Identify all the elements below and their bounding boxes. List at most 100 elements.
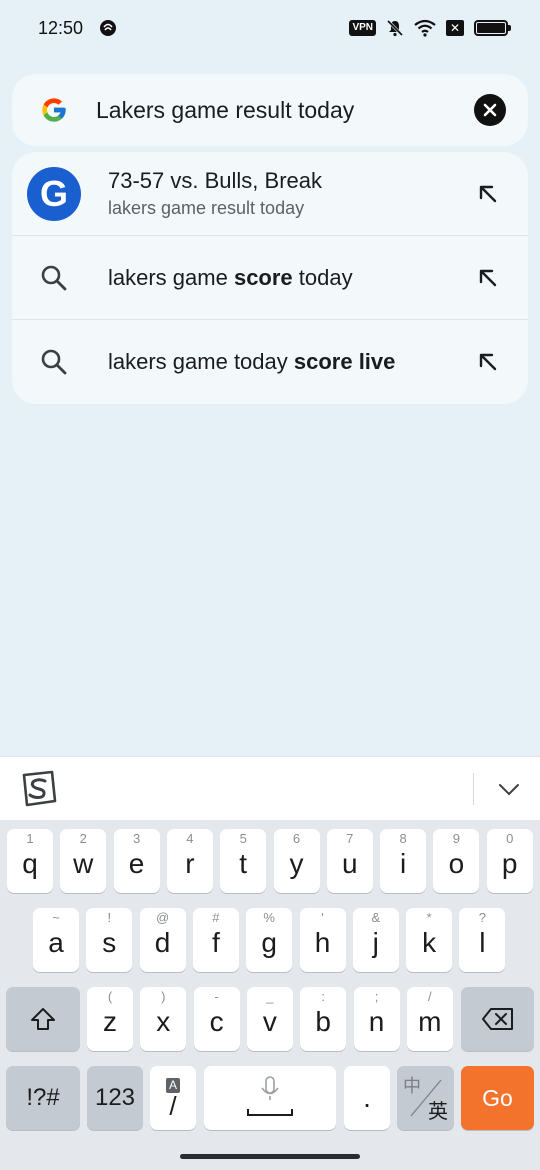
suggestion-subtitle: lakers game result today: [108, 198, 305, 218]
backspace-key[interactable]: [461, 987, 534, 1051]
app-notification-icon: [100, 20, 117, 36]
key-hint: 1: [26, 831, 34, 846]
key-c[interactable]: -c: [193, 987, 240, 1051]
suggestion-title: 73-57 vs. Bulls, Break: [108, 168, 322, 193]
space-key[interactable]: [204, 1066, 336, 1130]
key-t[interactable]: 5t: [220, 829, 267, 893]
key-label: Go: [482, 1084, 513, 1111]
fill-query-arrow-icon[interactable]: [470, 176, 506, 212]
key-hint: (: [107, 989, 113, 1004]
lang-en: 英: [428, 1101, 448, 1123]
key-hint: 8: [399, 831, 407, 846]
key-label: i: [399, 848, 407, 879]
key-p[interactable]: 0p: [486, 829, 533, 893]
key-hint: *: [426, 910, 432, 925]
key-label: o: [448, 848, 465, 879]
chevron-down-icon[interactable]: [496, 776, 522, 802]
key-n[interactable]: ; n: [353, 987, 400, 1051]
suggestion-item[interactable]: lakers game today score live: [12, 320, 528, 404]
key-v[interactable]: _ v: [246, 987, 293, 1051]
language-switch-key[interactable]: 中英: [397, 1066, 454, 1130]
key-label: w: [73, 848, 94, 879]
key-hint: 6: [292, 831, 301, 846]
home-indicator[interactable]: [180, 1154, 360, 1159]
key-label: x: [156, 1006, 171, 1037]
key-u[interactable]: 7u: [326, 829, 373, 893]
fill-query-arrow-icon[interactable]: [470, 344, 506, 380]
suggestion-text-bold: score live: [293, 349, 396, 374]
key-label: u: [342, 848, 358, 879]
shift-key[interactable]: [6, 987, 80, 1051]
key-hint: 0: [506, 831, 514, 846]
key-k[interactable]: * k: [406, 908, 453, 972]
shift-icon: [31, 1008, 55, 1030]
key-label: g: [261, 927, 277, 958]
sogou-logo-icon[interactable]: [18, 769, 58, 809]
key-hint: 2: [79, 831, 87, 846]
key-hint: ?: [478, 910, 486, 925]
keyboard-toolbar: [0, 756, 540, 820]
key-z[interactable]: (z: [87, 987, 133, 1051]
suggestion-item[interactable]: lakers game score today: [12, 236, 528, 320]
key-label: t: [239, 848, 248, 879]
key-label: z: [103, 1006, 117, 1037]
key-h[interactable]: ' h: [299, 908, 346, 972]
key-j[interactable]: & j: [352, 908, 399, 972]
wifi-icon: [414, 19, 436, 37]
key-hint: !: [107, 910, 112, 925]
key-hint: #: [212, 910, 220, 925]
key-m[interactable]: / m: [406, 987, 453, 1051]
key-label: e: [128, 848, 145, 879]
key-hint: :: [321, 989, 325, 1004]
key-y[interactable]: 6y: [273, 829, 320, 893]
suggestion-text-normal: lakers game: [108, 264, 234, 290]
backspace-icon: [481, 1008, 513, 1030]
key-hint: ): [161, 989, 166, 1004]
key-o[interactable]: 9o: [433, 829, 480, 893]
keyboard: 1 q 2 w 3 e 4 r 5 t 6 y 7 u 8 i 9 o 0 p ~ a! s @ d # f% g ' h & j * k? l(z…: [0, 820, 540, 1170]
key-label: 123: [94, 1084, 136, 1111]
key-l[interactable]: ? l: [459, 908, 506, 972]
key-hint: %: [263, 910, 275, 925]
key-r[interactable]: 4r: [166, 829, 213, 893]
key-label: /: [169, 1090, 177, 1121]
key-label: c: [209, 1006, 224, 1037]
suggestion-item[interactable]: G 73-57 vs. Bulls, Break lakers game res…: [12, 152, 528, 236]
key-hint: _: [266, 989, 274, 1004]
slash-key[interactable]: A /: [150, 1066, 196, 1130]
search-bar[interactable]: Lakers game result today: [12, 74, 528, 146]
google-circle-icon: G: [27, 166, 81, 221]
period-key[interactable]: .: [344, 1066, 390, 1130]
key-label: q: [22, 848, 38, 879]
status-time: 12:50: [38, 17, 84, 38]
fill-query-arrow-icon[interactable]: [470, 260, 506, 296]
numbers-key[interactable]: 123: [87, 1066, 143, 1130]
key-s[interactable]: ! s: [86, 908, 133, 972]
key-label: y: [289, 848, 304, 879]
key-f[interactable]: # f: [192, 908, 239, 972]
key-i[interactable]: 8i: [380, 829, 427, 893]
clear-icon[interactable]: [474, 94, 506, 126]
key-hint: ;: [374, 989, 379, 1004]
key-hint: 4: [186, 831, 194, 846]
key-e[interactable]: 3e: [113, 829, 160, 893]
search-input[interactable]: Lakers game result today: [96, 97, 474, 124]
key-q[interactable]: 1q: [7, 829, 53, 893]
key-label: j: [372, 927, 379, 958]
key-hint: 5: [239, 831, 247, 846]
go-key[interactable]: Go: [461, 1066, 534, 1130]
key-w[interactable]: 2w: [60, 829, 107, 893]
suggestion-text-bold: score: [233, 264, 293, 290]
key-hint: 7: [346, 831, 354, 846]
key-b[interactable]: :b: [300, 987, 347, 1051]
key-a[interactable]: ~ a: [33, 908, 79, 972]
key-label: !?#: [26, 1084, 60, 1111]
key-x[interactable]: ) x: [140, 987, 187, 1051]
symbols-key[interactable]: !?#: [6, 1066, 80, 1130]
google-g-icon: [42, 98, 66, 122]
key-label: p: [501, 848, 518, 879]
key-hint: ': [321, 910, 324, 925]
key-g[interactable]: % g: [246, 908, 293, 972]
key-label: h: [314, 927, 331, 958]
key-d[interactable]: @ d: [139, 908, 186, 972]
